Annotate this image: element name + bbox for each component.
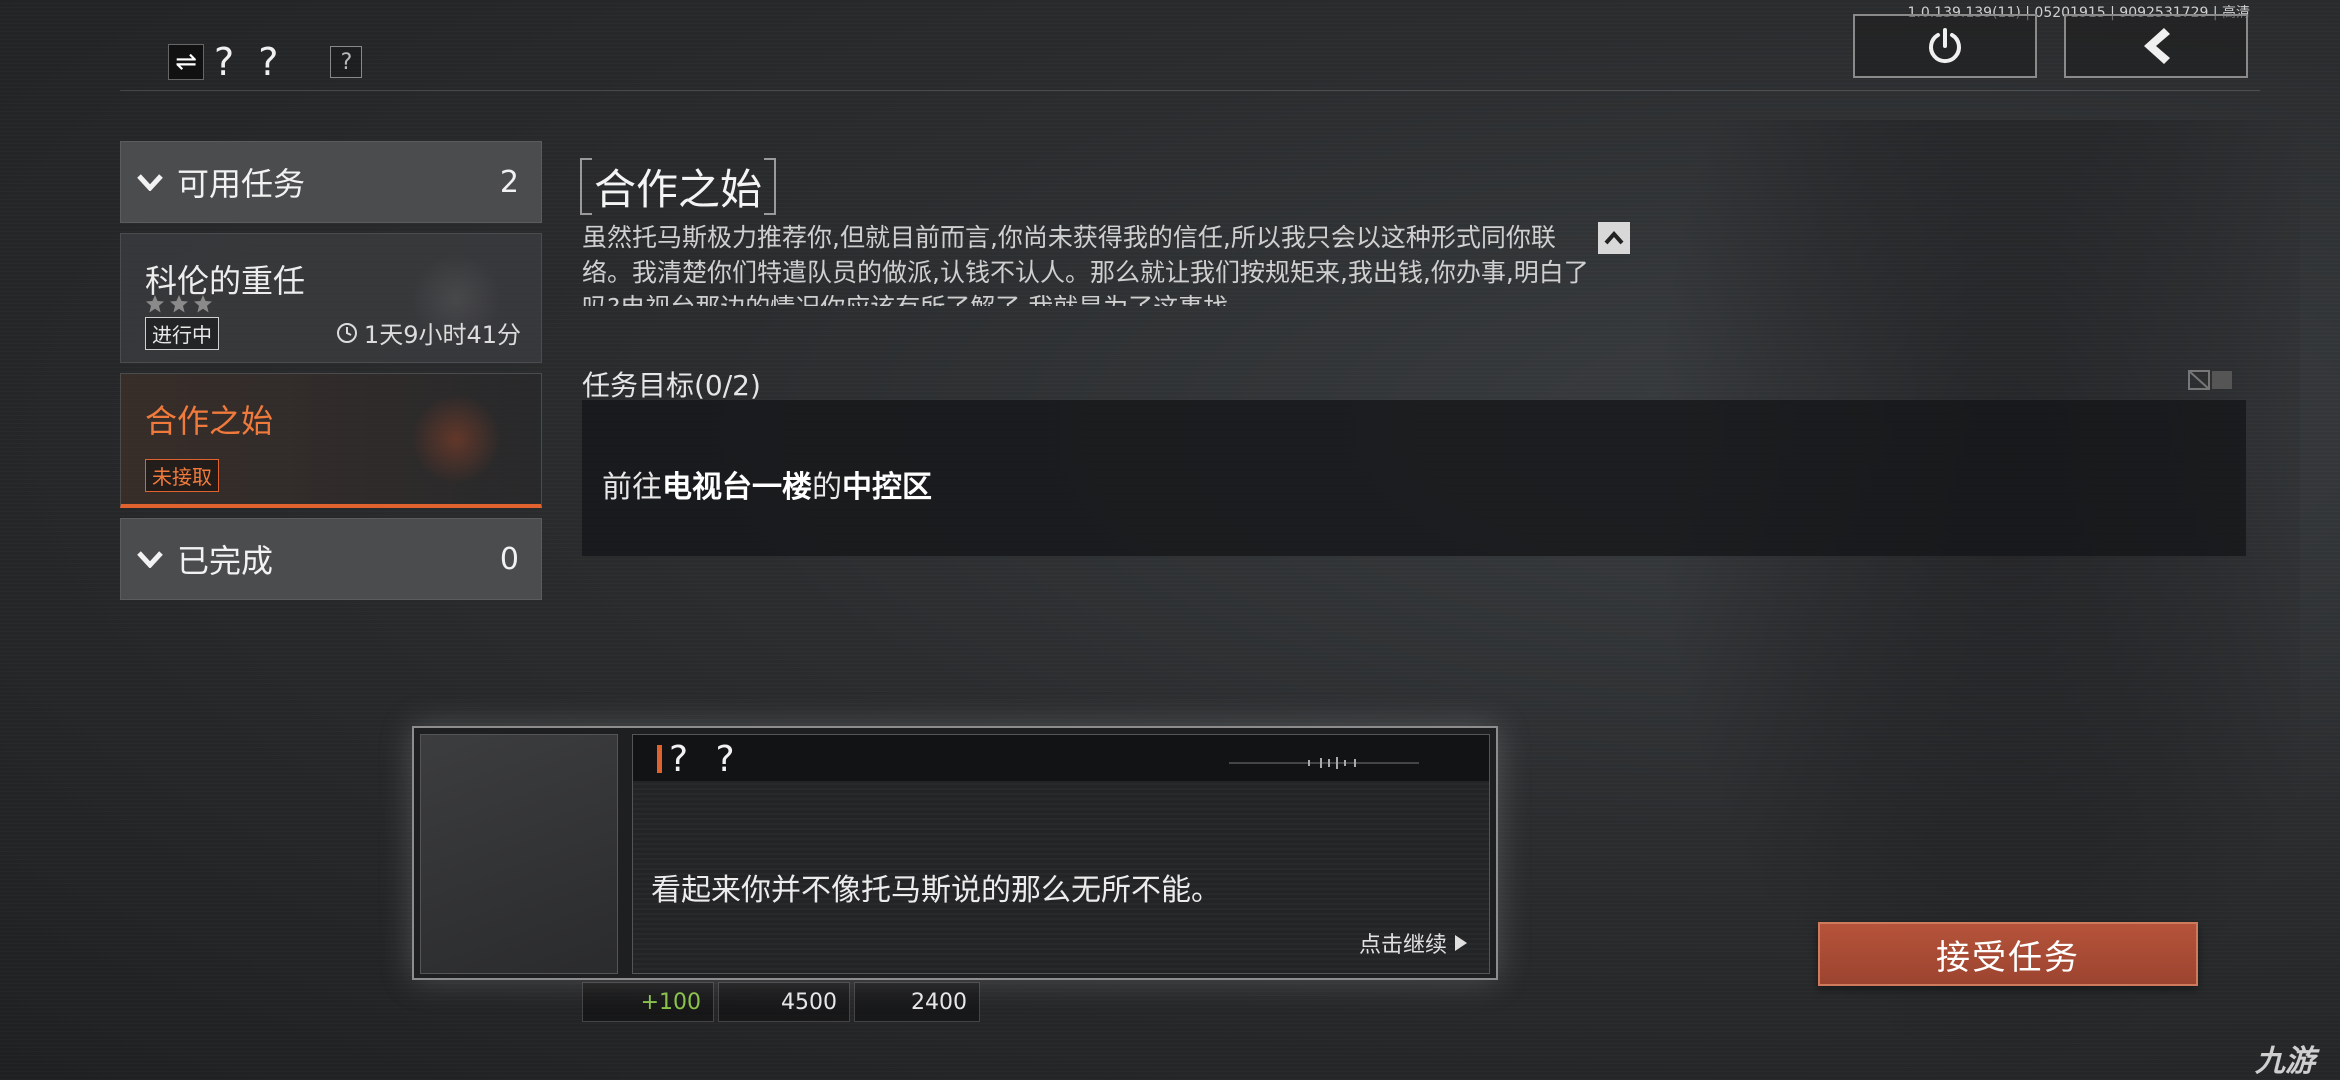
- power-button[interactable]: [1853, 14, 2037, 78]
- objective-box: 前往电视台一楼的中控区: [582, 400, 2246, 556]
- objective-label: 任务目标(0/2): [582, 369, 761, 402]
- chevron-up-icon: [1604, 231, 1624, 245]
- header-divider: [120, 90, 2260, 91]
- status-badge: 未接取: [145, 459, 219, 492]
- category-count: 2: [499, 164, 519, 200]
- task-name: 合作之始: [145, 402, 274, 440]
- dialog-content: ? ? 看起来你并不像托马斯说的那么无所不能。 点击继续: [632, 734, 1490, 974]
- chevron-left-icon: [2144, 28, 2170, 64]
- speaker-marker: [657, 745, 662, 773]
- status-badge: 进行中: [145, 317, 219, 350]
- task-title: 合作之始: [580, 156, 777, 217]
- map-icon[interactable]: [2188, 368, 2234, 397]
- dialog-text: 看起来你并不像托马斯说的那么无所不能。: [651, 873, 1221, 908]
- faction-emblem-icon: [411, 394, 501, 484]
- reward-exp: +100: [582, 982, 714, 1022]
- speaker-name: ? ?: [669, 739, 743, 780]
- watermark-logo: 九游: [2255, 1044, 2315, 1079]
- category-available[interactable]: 可用任务 2: [120, 141, 542, 223]
- swap-icon[interactable]: ⇌: [168, 44, 204, 80]
- category-count: 0: [499, 541, 519, 577]
- chevron-down-icon: [137, 173, 163, 191]
- category-label: 可用任务: [177, 165, 306, 203]
- chevron-down-icon: [137, 550, 163, 568]
- clock-icon: [336, 322, 357, 343]
- continue-label: 点击继续: [1358, 933, 1447, 958]
- play-icon: [1455, 935, 1467, 951]
- task-timer: 1天9小时41分: [336, 315, 521, 350]
- speaker-portrait: [420, 734, 618, 974]
- collapse-button[interactable]: [1598, 222, 1630, 254]
- category-completed[interactable]: 已完成 0: [120, 518, 542, 600]
- header-title: ⇌ ? ? ?: [168, 40, 363, 84]
- difficulty-stars: [145, 294, 213, 314]
- star-icon: [194, 295, 212, 313]
- star-icon: [170, 295, 188, 313]
- task-description[interactable]: 虽然托马斯极力推荐你,但就目前而言,你尚未获得我的信任,所以我只会以这种形式同你…: [582, 220, 1590, 306]
- speaker-bar: ? ?: [633, 735, 1489, 781]
- objective-place: 电视台一楼: [662, 470, 812, 505]
- task-item-kelun[interactable]: 科伦的重任 进行中 1天9小时41分: [120, 233, 542, 363]
- timer-text: 1天9小时41分: [363, 321, 521, 349]
- reward-points: 2400: [854, 982, 980, 1022]
- power-icon: [1929, 28, 1961, 64]
- category-label: 已完成: [177, 542, 274, 580]
- continue-button[interactable]: 点击继续: [1359, 927, 1467, 959]
- dialog-box[interactable]: ? ? 看起来你并不像托马斯说的那么无所不能。 点击继续: [412, 726, 1498, 980]
- voice-waveform-icon: [1229, 757, 1419, 769]
- task-item-hezuo[interactable]: 合作之始 未接取: [120, 373, 542, 508]
- back-button[interactable]: [2064, 14, 2248, 78]
- star-icon: [146, 295, 164, 313]
- header-title-text: ? ?: [214, 40, 285, 84]
- accept-task-button[interactable]: 接受任务: [1818, 922, 2198, 986]
- objective-target: 中控区: [842, 470, 932, 505]
- objective-text: 前往电视台一楼的中控区: [602, 470, 932, 505]
- reward-money: 4500: [718, 982, 850, 1022]
- help-button[interactable]: ?: [330, 46, 363, 78]
